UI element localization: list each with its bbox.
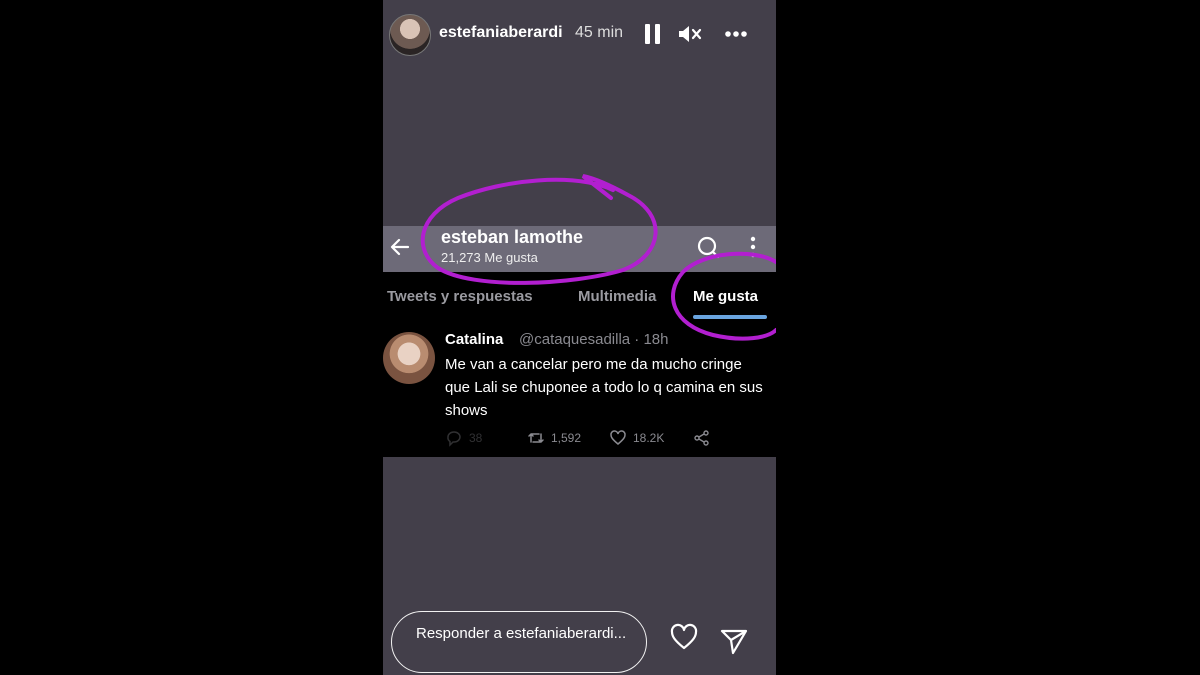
back-arrow-icon	[388, 235, 412, 259]
reply-icon	[447, 431, 461, 447]
send-icon[interactable]	[719, 626, 749, 656]
like-count: 18.2K	[633, 431, 665, 445]
pause-icon[interactable]	[639, 20, 667, 48]
tweet-share	[693, 428, 711, 448]
reply-input[interactable]: Responder a estefaniaberardi...	[391, 611, 647, 673]
tweet-text: Me van a cancelar pero me da mucho cring…	[445, 356, 763, 419]
mute-icon[interactable]	[675, 20, 703, 48]
story-username[interactable]: estefaniaberardi	[439, 24, 563, 42]
active-tab-indicator	[693, 315, 767, 319]
tab-likes: Me gusta	[693, 288, 759, 305]
tweet-like: 18.2K	[609, 428, 664, 448]
story-time: 45 min	[575, 24, 624, 41]
reply-count: 38	[469, 431, 483, 445]
kebab-menu-icon	[743, 234, 763, 260]
more-options-icon[interactable]	[723, 20, 751, 48]
heart-icon[interactable]	[669, 622, 699, 652]
tweet-author-name: Catalina	[445, 331, 504, 348]
story-header: estefaniaberardi 45 min	[383, 0, 776, 70]
story-viewer: estefaniaberardi 45 min esteban lamothe …	[383, 0, 776, 675]
tweet-author-handle: @cataquesadilla · 18h	[519, 331, 669, 348]
twitter-profile-header: esteban lamothe 21,273 Me gusta	[383, 226, 776, 272]
like-heart-icon	[610, 430, 626, 445]
tab-multimedia: Multimedia	[578, 288, 657, 305]
retweet-icon	[528, 433, 544, 443]
tweet: Catalina @cataquesadilla · 18h Me van a …	[383, 322, 776, 457]
tab-tweets-replies: Tweets y respuestas	[387, 288, 533, 305]
profile-likes-count: 21,273 Me gusta	[441, 250, 538, 265]
avatar[interactable]	[389, 14, 431, 56]
tweet-retweet: 1,592	[527, 428, 581, 448]
tweet-avatar	[383, 332, 435, 384]
profile-name: esteban lamothe	[441, 227, 584, 247]
tweet-reply: 38	[445, 428, 482, 448]
search-icon	[695, 234, 721, 260]
retweet-count: 1,592	[551, 431, 582, 445]
share-icon	[694, 430, 709, 446]
twitter-tabs: Tweets y respuestas Multimedia Me gusta	[383, 272, 776, 322]
tweet-actions: 38 1,592 18.2K	[445, 428, 765, 450]
